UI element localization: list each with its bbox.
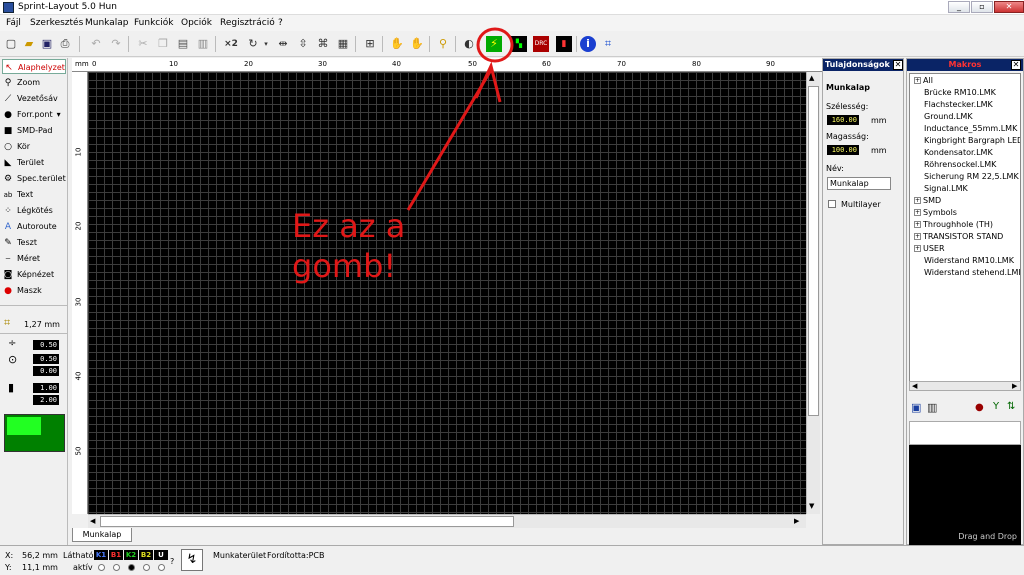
highlight-circle — [476, 27, 514, 63]
annotation-text: Ez az a gomb! — [292, 206, 405, 286]
annotation-line-1: Ez az a — [292, 207, 406, 245]
annotation-overlay — [406, 27, 514, 211]
annotation-line-2: gomb! — [292, 247, 397, 285]
arrow-head — [474, 61, 502, 103]
